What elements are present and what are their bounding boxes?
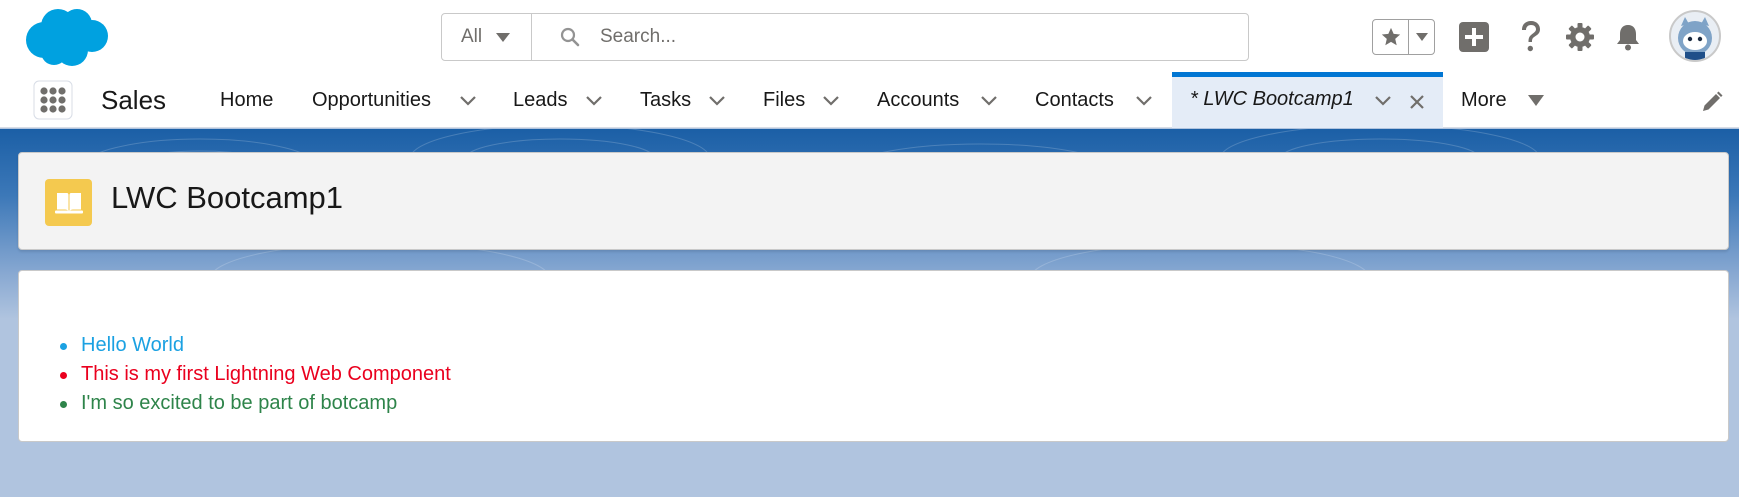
edit-nav-button[interactable] — [1700, 90, 1724, 114]
caret-down-icon — [1415, 33, 1428, 41]
gear-icon — [1566, 23, 1594, 51]
nav-item-accounts[interactable]: Accounts — [877, 72, 959, 128]
favorites-list-button[interactable] — [1409, 20, 1434, 54]
search-scope-label: All — [461, 26, 483, 47]
tab-lwc-bootcamp1[interactable]: * LWC Bootcamp1 — [1172, 72, 1443, 128]
search-input[interactable] — [600, 26, 1200, 48]
list-item: This is my first Lightning Web Component — [59, 360, 451, 389]
app-launcher-button[interactable] — [33, 80, 73, 120]
help-button[interactable] — [1512, 18, 1550, 56]
star-icon — [1381, 27, 1400, 46]
search-icon — [560, 27, 580, 47]
caret-down-icon — [496, 32, 511, 42]
app-nav-bar: Sales Home Opportunities Leads Tasks Fil… — [0, 72, 1739, 128]
app-launcher-waffle-icon — [33, 80, 73, 120]
setup-button[interactable] — [1561, 18, 1599, 56]
active-tab-label: * LWC Bootcamp1 — [1190, 88, 1354, 110]
global-actions-button[interactable] — [1455, 18, 1493, 56]
global-search: All — [441, 13, 1249, 61]
notifications-bell-icon — [1617, 25, 1639, 51]
chevron-down-icon[interactable] — [1135, 94, 1153, 108]
nav-item-files[interactable]: Files — [763, 72, 805, 128]
caret-down-icon[interactable] — [1528, 95, 1544, 106]
nav-item-contacts[interactable]: Contacts — [1035, 72, 1114, 128]
favorites-group — [1372, 19, 1435, 55]
pencil-icon — [1703, 91, 1723, 111]
notifications-button[interactable] — [1609, 18, 1647, 56]
chevron-down-icon[interactable] — [459, 94, 477, 108]
page-title: LWC Bootcamp1 — [111, 180, 344, 215]
list-item: I'm so excited to be part of botcamp — [59, 389, 451, 418]
search-field — [532, 14, 1248, 60]
chevron-down-icon[interactable] — [822, 94, 840, 108]
lwc-component-card: Hello World This is my first Lightning W… — [18, 270, 1729, 442]
nav-item-home[interactable]: Home — [220, 72, 273, 128]
salesforce-logo[interactable] — [22, 6, 112, 68]
list-item: Hello World — [59, 331, 451, 360]
chevron-down-icon[interactable] — [708, 94, 726, 108]
favorites-button[interactable] — [1373, 20, 1409, 54]
page-header: LWC Bootcamp1 — [18, 152, 1729, 250]
chevron-down-icon[interactable] — [1374, 94, 1392, 108]
book-icon — [54, 192, 83, 213]
help-question-icon — [1522, 21, 1540, 52]
nav-item-tasks[interactable]: Tasks — [640, 72, 691, 128]
nav-item-leads[interactable]: Leads — [513, 72, 568, 128]
nav-more[interactable]: More — [1461, 72, 1507, 128]
astro-avatar-icon — [1678, 17, 1712, 60]
user-avatar[interactable] — [1669, 10, 1721, 62]
global-header: All — [0, 0, 1739, 72]
page-icon — [45, 179, 92, 226]
plus-icon — [1459, 22, 1489, 52]
message-list: Hello World This is my first Lightning W… — [59, 331, 451, 418]
chevron-down-icon[interactable] — [980, 94, 998, 108]
chevron-down-icon[interactable] — [585, 94, 603, 108]
app-name: Sales — [101, 85, 167, 115]
search-scope-dropdown[interactable]: All — [442, 14, 532, 60]
nav-item-opportunities[interactable]: Opportunities — [312, 72, 431, 128]
close-icon[interactable] — [1408, 93, 1426, 111]
